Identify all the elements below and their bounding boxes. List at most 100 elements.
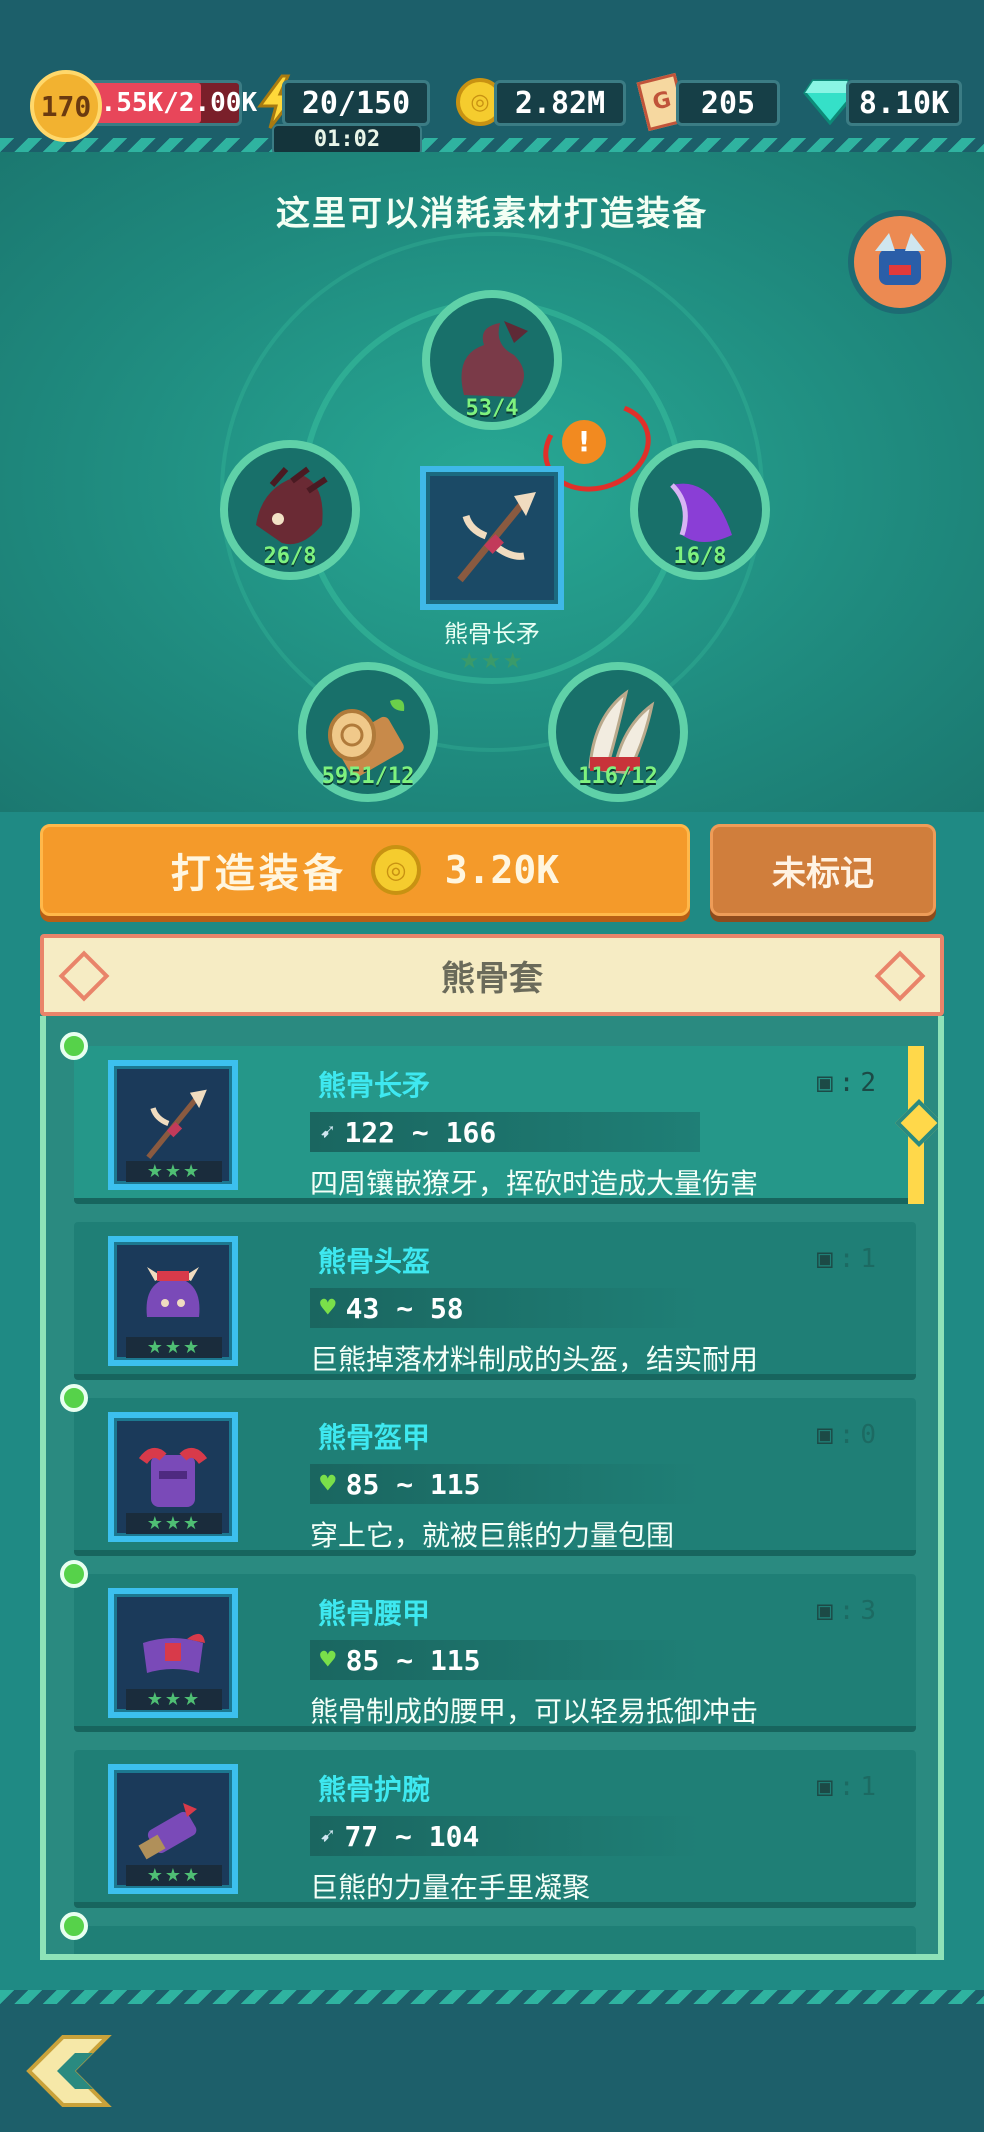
craft-button[interactable]: 打造装备 ◎ 3.20K <box>40 824 690 916</box>
energy-timer-value: 01:02 <box>313 127 381 152</box>
owned-count: ▣ : 1 <box>817 1772 876 1802</box>
item-name: 熊骨护腕 <box>318 1773 431 1806</box>
owned-count-value: 3 <box>860 1596 876 1626</box>
bottom-bar-divider <box>0 1990 984 2004</box>
back-arrow-icon <box>26 2035 112 2107</box>
item-name: 熊骨头盔 <box>318 1245 431 1278</box>
target-item-info: 熊骨长矛 ★★★ <box>392 614 592 674</box>
owned-count-value: 2 <box>860 1068 876 1098</box>
material-count-1: 53/4 <box>465 396 519 421</box>
gold-coin-icon: ◎ <box>370 845 421 895</box>
diamond-ornament-icon <box>58 950 110 1002</box>
item-stat-value: 77 ~ 104 <box>344 1819 480 1853</box>
material-count-3: 116/12 <box>578 764 658 789</box>
armor-item-icon <box>138 1447 208 1507</box>
craft-cost: 3.20K <box>444 848 560 892</box>
selected-diamond-icon <box>894 1098 938 1148</box>
spear-icon: ➹ <box>320 1118 335 1146</box>
gold-counter[interactable]: 2.82M <box>494 80 626 126</box>
new-indicator-dot <box>60 1032 88 1060</box>
owned-box-icon: ▣ <box>817 1420 833 1450</box>
spear-icon: ➹ <box>320 1822 335 1850</box>
item-description: 熊骨制成的腰甲，可以轻易抵御冲击 <box>310 1695 759 1728</box>
set-item-row[interactable]: ★★★ 熊骨头盔 ♥ 43 ~ 58 巨熊掉落材料制成的头盔，结实耐用 ▣ : … <box>74 1222 916 1380</box>
set-item-row-partial[interactable] <box>60 1912 916 1954</box>
energy-value: 20/150 <box>301 85 411 121</box>
ticket-counter[interactable]: 205 <box>676 80 780 126</box>
owned-box-icon: ▣ <box>817 1772 833 1802</box>
set-item-row[interactable]: ★★★ 熊骨盔甲 ♥ 85 ~ 115 穿上它，就被巨熊的力量包围 ▣ : 0 <box>60 1384 916 1556</box>
owned-box-icon: ▣ <box>817 1244 833 1274</box>
set-item-list[interactable]: ★★★ 熊骨长矛 ➹ 122 ~ 166 四周镶嵌獠牙，挥砍时造成大量伤害 ▣ … <box>40 1016 944 1960</box>
owned-count-value: 0 <box>860 1420 876 1450</box>
heart-icon: ♥ <box>320 1469 336 1499</box>
item-stat: ♥ 85 ~ 115 <box>310 1640 700 1680</box>
target-item-slot[interactable] <box>420 466 564 610</box>
mark-toggle-button[interactable]: 未标记 <box>710 824 936 916</box>
craft-button-label: 打造装备 <box>170 851 347 897</box>
item-stat: ➹ 77 ~ 104 <box>310 1816 700 1856</box>
gem-counter[interactable]: 8.10K <box>846 80 962 126</box>
bracer-item-icon <box>138 1803 197 1860</box>
target-item-stars: ★★★ <box>459 649 525 674</box>
purple-claw-icon <box>670 483 732 542</box>
forge-heading: 这里可以消耗素材打造装备 <box>276 194 708 234</box>
owned-box-icon: ▣ <box>817 1068 833 1098</box>
ticket-value: 205 <box>700 85 756 121</box>
helmet-item-icon <box>146 1267 200 1317</box>
item-stat-value: 85 ~ 115 <box>345 1643 481 1677</box>
owned-box-icon: ▣ <box>817 1596 833 1626</box>
item-stat: ➹ 122 ~ 166 <box>310 1112 700 1152</box>
item-stat-value: 85 ~ 115 <box>345 1467 481 1501</box>
owned-count-value: 1 <box>860 1772 876 1802</box>
item-description: 巨熊的力量在手里凝聚 <box>310 1871 591 1904</box>
horn-mask-icon <box>256 466 328 545</box>
item-stat: ♥ 43 ~ 58 <box>310 1288 700 1328</box>
item-description: 四周镶嵌獠牙，挥砍时造成大量伤害 <box>310 1167 759 1200</box>
bottom-bar <box>0 1990 984 2132</box>
item-name: 熊骨腰甲 <box>318 1597 431 1630</box>
belt-item-icon <box>143 1633 205 1673</box>
set-item-row[interactable]: ★★★ 熊骨长矛 ➹ 122 ~ 166 四周镶嵌獠牙，挥砍时造成大量伤害 ▣ … <box>60 1032 938 1204</box>
item-stat-value: 43 ~ 58 <box>345 1291 464 1325</box>
bear-claw-icon <box>461 321 528 397</box>
item-description: 巨熊掉落材料制成的头盔，结实耐用 <box>310 1343 759 1376</box>
item-stars: ★★★ <box>126 1161 222 1182</box>
set-item-row[interactable]: ★★★ 熊骨护腕 ➹ 77 ~ 104 巨熊的力量在手里凝聚 ▣ : 1 <box>74 1750 916 1908</box>
set-item-row[interactable]: ★★★ 熊骨腰甲 ♥ 85 ~ 115 熊骨制成的腰甲，可以轻易抵御冲击 ▣ :… <box>60 1560 916 1732</box>
owned-count: ▣ : 1 <box>817 1244 876 1274</box>
spear-item-icon <box>146 1089 207 1160</box>
item-stars: ★★★ <box>126 1513 222 1534</box>
heart-icon: ♥ <box>320 1645 336 1675</box>
item-stars: ★★★ <box>126 1337 222 1358</box>
new-indicator-dot <box>60 1912 88 1940</box>
diamond-ornament-icon <box>874 950 926 1002</box>
item-stat-value: 122 ~ 166 <box>344 1115 497 1149</box>
owned-count: ▣ : 3 <box>817 1596 876 1626</box>
player-level-badge[interactable]: 170 <box>30 70 102 142</box>
top-bar-divider <box>0 138 984 152</box>
item-stars: ★★★ <box>126 1865 222 1886</box>
gold-value: 2.82M <box>514 85 606 121</box>
bear-spear-icon <box>457 492 536 583</box>
equipment-shortcut-button[interactable] <box>848 210 952 314</box>
set-title-banner: 熊骨套 <box>40 934 944 1016</box>
item-stat: ♥ 85 ~ 115 <box>310 1464 700 1504</box>
owned-count: ▣ : 0 <box>817 1420 876 1450</box>
item-stars: ★★★ <box>126 1689 222 1710</box>
gem-value: 8.10K <box>858 85 950 121</box>
mark-button-label: 未标记 <box>772 853 874 894</box>
item-name: 熊骨盔甲 <box>318 1421 431 1454</box>
owned-count-value: 1 <box>860 1244 876 1274</box>
material-count-5: 26/8 <box>263 544 317 569</box>
heart-icon: ♥ <box>320 1293 336 1323</box>
back-button[interactable] <box>18 2026 118 2116</box>
new-indicator-dot <box>60 1384 88 1412</box>
target-item-name: 熊骨长矛 <box>444 620 540 648</box>
player-level: 170 <box>40 89 92 123</box>
owned-count: ▣ : 2 <box>817 1068 876 1098</box>
item-name: 熊骨长矛 <box>318 1069 431 1102</box>
set-title: 熊骨套 <box>441 958 543 999</box>
material-count-2: 16/8 <box>673 544 727 569</box>
energy-counter[interactable]: 20/150 <box>282 80 430 126</box>
